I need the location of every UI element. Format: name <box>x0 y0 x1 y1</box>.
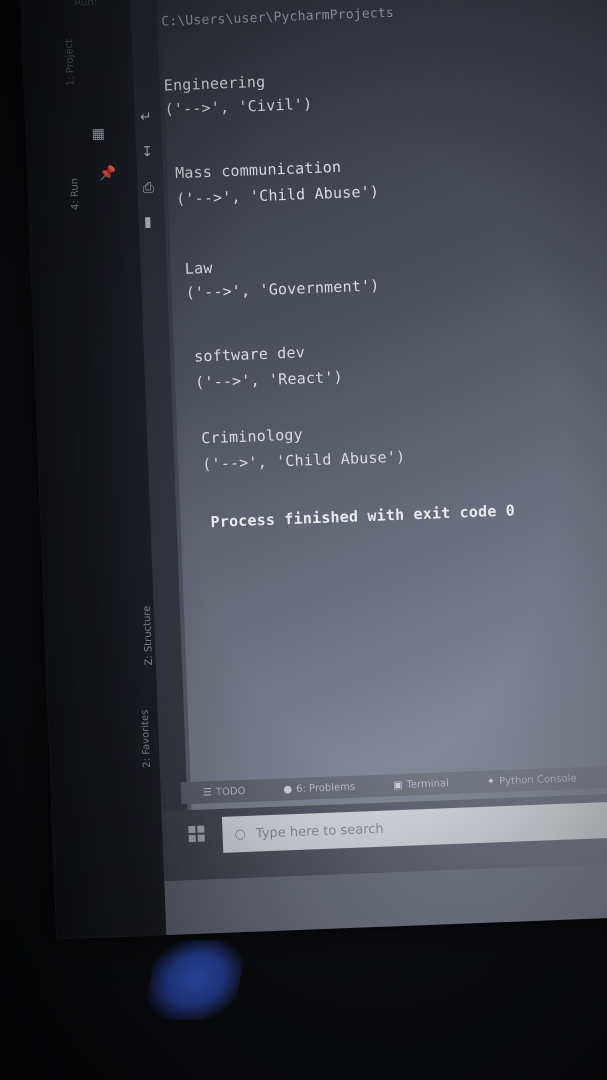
console-key: software dev <box>193 343 306 366</box>
run-console[interactable]: C:\Users\user\PycharmProjects Engineerin… <box>159 0 607 854</box>
wrap-icon[interactable]: ↵ <box>140 109 152 125</box>
scroll-end-icon[interactable]: ↧ <box>141 144 153 160</box>
console-key: Criminology <box>201 425 304 448</box>
tab-problems[interactable]: ● 6: Problems <box>283 781 355 795</box>
project-tab-label: 1: Project <box>63 38 77 87</box>
run-tab[interactable]: 4: Run <box>69 178 81 210</box>
photo-frame: 4: Run 1: Project 2: Favorites Z: Struct… <box>0 0 607 1080</box>
windows-start-icon[interactable] <box>188 825 205 843</box>
layout-icon[interactable]: ▦ <box>91 126 105 142</box>
tab-label: 6: Problems <box>295 781 356 795</box>
tab-todo[interactable]: ☰ TODO <box>203 785 246 798</box>
search-icon: ○ <box>234 826 247 842</box>
structure-tab[interactable]: Z: Structure <box>142 605 155 665</box>
run-tab-label: 4: Run <box>69 177 82 211</box>
tab-python-console[interactable]: ✦ Python Console <box>487 773 577 787</box>
project-tab[interactable]: 1: Project <box>64 39 77 87</box>
tab-label: Terminal <box>406 777 449 791</box>
console-value: ('-->', 'Child Abuse') <box>175 182 380 209</box>
console-key: Engineering <box>163 72 266 95</box>
tab-label: Python Console <box>498 772 577 787</box>
console-key: Mass communication <box>174 157 342 183</box>
favorites-tab[interactable]: 2: Favorites <box>140 709 153 767</box>
list-icon: ☰ <box>202 786 213 799</box>
pin-icon[interactable]: 📌 <box>99 165 117 182</box>
trash-icon[interactable]: ▮ <box>144 214 152 230</box>
tab-terminal[interactable]: ▣ Terminal <box>393 778 449 791</box>
search-placeholder: Type here to search <box>255 821 384 842</box>
terminal-icon: ▣ <box>392 779 403 791</box>
console-value: ('-->', 'Civil') <box>164 94 313 119</box>
console-key: Law <box>184 258 213 278</box>
exit-message: Process finished with exit code 0 <box>210 501 516 532</box>
tab-label: TODO <box>215 785 246 798</box>
python-icon: ✦ <box>486 775 496 788</box>
print-icon[interactable]: ⎙ <box>142 180 154 196</box>
structure-tab-label: Z: Structure <box>141 605 156 666</box>
console-path: C:\Users\user\PycharmProjects <box>161 5 395 30</box>
console-value: ('-->', 'Government') <box>185 276 380 302</box>
laptop-blue-light <box>141 940 249 1020</box>
console-value: ('-->', 'React') <box>194 367 344 392</box>
favorites-tab-label: 2: Favorites <box>139 709 153 768</box>
monitor-screen: 4: Run 1: Project 2: Favorites Z: Struct… <box>20 0 607 940</box>
problems-icon: ● <box>283 783 293 795</box>
run-panel-label: Run: <box>74 0 98 9</box>
console-value: ('-->', 'Child Abuse') <box>201 447 406 474</box>
taskbar-search[interactable]: ○ Type here to search <box>221 801 607 853</box>
